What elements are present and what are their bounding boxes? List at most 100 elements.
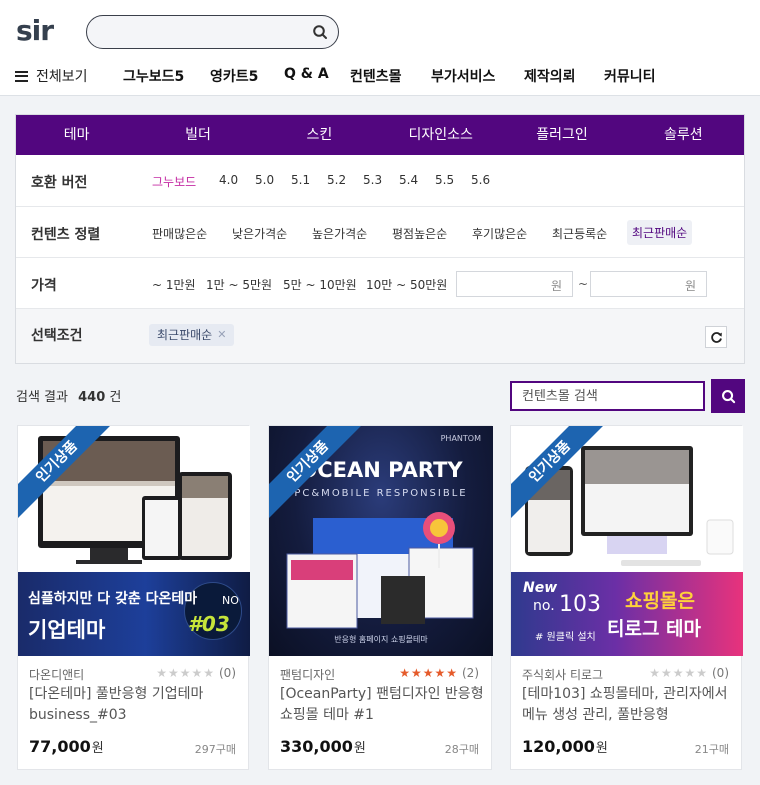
nav-item-gnuboard[interactable]: 그누보드5 bbox=[123, 66, 184, 86]
version-option-gnuboard[interactable]: 그누보드 bbox=[152, 173, 196, 190]
price-option-10k-50k[interactable]: 1만 ~ 5만원 bbox=[206, 276, 272, 293]
sort-option-most-reviews[interactable]: 후기많은순 bbox=[472, 225, 527, 242]
product-card[interactable]: NO #03 심플하지만 다 갖춘 다온테마 기업테마 인기상품 다온디앤티 ★… bbox=[17, 425, 250, 770]
content-search-box[interactable] bbox=[510, 381, 705, 411]
content-search-button[interactable] bbox=[711, 379, 745, 413]
product-seller[interactable]: 주식회사 티로그 bbox=[522, 666, 603, 683]
sort-option-top-rated[interactable]: 평점높은순 bbox=[392, 225, 447, 242]
site-logo[interactable]: sir bbox=[16, 14, 54, 47]
tab-plugin[interactable]: 플러그인 bbox=[501, 115, 622, 155]
product-seller[interactable]: 다온디앤티 bbox=[29, 666, 84, 683]
price-option-50k-100k[interactable]: 5만 ~ 10만원 bbox=[283, 276, 357, 293]
product-name[interactable]: [OceanParty] 팬텀디자인 반응형 쇼핑몰 테마 #1 bbox=[280, 684, 485, 726]
nav-item-contents-mall[interactable]: 컨텐츠몰 bbox=[350, 66, 402, 86]
sort-option-recent-sales[interactable]: 최근판매순 bbox=[627, 220, 693, 245]
version-option-5-6[interactable]: 5.6 bbox=[471, 173, 490, 187]
selected-chip-label: 최근판매순 bbox=[157, 328, 213, 342]
price-min-input[interactable]: 원 bbox=[456, 271, 573, 297]
version-option-5-3[interactable]: 5.3 bbox=[363, 173, 382, 187]
price-currency: 원 bbox=[595, 741, 608, 756]
chip-remove-icon[interactable]: ✕ bbox=[217, 324, 226, 346]
price-value: 120,000 bbox=[522, 737, 595, 756]
sort-option-best-selling[interactable]: 판매많은순 bbox=[152, 225, 207, 242]
nav-all-menu[interactable]: 전체보기 bbox=[15, 66, 88, 86]
banner-number: #03 bbox=[188, 612, 230, 636]
category-tabs: 테마 빌더 스킨 디자인소스 플러그인 솔루션 bbox=[16, 115, 744, 155]
price-value: 77,000 bbox=[29, 737, 91, 756]
banner-right-line2: 티로그 테마 bbox=[607, 618, 702, 640]
thumbnail-banner: NO #03 심플하지만 다 갖춘 다온테마 기업테마 bbox=[18, 572, 250, 656]
version-option-4-0[interactable]: 4.0 bbox=[219, 173, 238, 187]
price-option-100k-500k[interactable]: 10만 ~ 50만원 bbox=[366, 276, 447, 293]
product-price: 120,000원 bbox=[522, 737, 608, 756]
star-icon: ★★★★★ bbox=[649, 666, 708, 680]
product-rating: ★★★★★ (2) bbox=[399, 666, 479, 680]
product-thumbnail[interactable]: NO #03 심플하지만 다 갖춘 다온테마 기업테마 인기상품 bbox=[18, 426, 250, 656]
banner-footer: 반응형 홈페이지 쇼핑몰테마 bbox=[334, 635, 428, 644]
main-nav: 전체보기 그누보드5 영카트5 Q & A 컨텐츠몰 부가서비스 제작의뢰 커뮤… bbox=[0, 62, 760, 90]
refresh-icon bbox=[710, 331, 722, 343]
product-price: 330,000원 bbox=[280, 737, 366, 756]
price-currency: 원 bbox=[353, 741, 366, 756]
star-icon: ★★★★★ bbox=[156, 666, 215, 680]
product-card[interactable]: PHANTOM OCEAN PARTY PC&MOBILE RESPONSIBL… bbox=[268, 425, 493, 770]
product-thumbnail[interactable]: New no. 103 # 원클릭 설치 쇼핑몰은 티로그 테마 인기상품 bbox=[511, 426, 743, 656]
filter-panel: 테마 빌더 스킨 디자인소스 플러그인 솔루션 호환 버전 그누보드 4.0 5… bbox=[15, 114, 745, 364]
result-unit: 건 bbox=[109, 390, 122, 405]
site-header: sir 전체보기 그누보드5 영카트5 Q & A 컨텐츠몰 부가서비스 제작의… bbox=[0, 0, 760, 96]
tab-theme[interactable]: 테마 bbox=[16, 115, 137, 155]
selected-label: 선택조건 bbox=[31, 328, 83, 344]
price-min-unit: 원 bbox=[550, 279, 562, 293]
product-thumbnail[interactable]: PHANTOM OCEAN PARTY PC&MOBILE RESPONSIBL… bbox=[269, 426, 493, 656]
selected-chip[interactable]: 최근판매순 ✕ bbox=[149, 324, 235, 346]
nav-item-extra-services[interactable]: 부가서비스 bbox=[431, 66, 495, 86]
star-icon: ★★★★★ bbox=[399, 666, 458, 680]
tab-builder[interactable]: 빌더 bbox=[137, 115, 258, 155]
review-count: (2) bbox=[462, 666, 479, 680]
price-option-under-10k[interactable]: ~ 1만원 bbox=[152, 276, 196, 293]
product-name[interactable]: [다온테마] 풀반응형 기업테마 business_#03 bbox=[29, 684, 241, 726]
nav-item-qna[interactable]: Q & A bbox=[284, 66, 329, 82]
selected-conditions-row: 선택조건 최근판매순 ✕ bbox=[16, 308, 744, 363]
thumbnail-banner: New no. 103 # 원클릭 설치 쇼핑몰은 티로그 테마 bbox=[511, 572, 743, 656]
banner-number: 103 bbox=[559, 592, 601, 617]
nav-item-youngcart[interactable]: 영카트5 bbox=[210, 66, 258, 86]
tab-skin[interactable]: 스킨 bbox=[259, 115, 380, 155]
search-icon[interactable] bbox=[312, 24, 328, 40]
version-option-5-0[interactable]: 5.0 bbox=[255, 173, 274, 187]
tab-solution[interactable]: 솔루션 bbox=[623, 115, 744, 155]
version-option-5-5[interactable]: 5.5 bbox=[435, 173, 454, 187]
product-rating: ★★★★★ (0) bbox=[649, 666, 729, 680]
product-price: 77,000원 bbox=[29, 737, 104, 756]
price-label: 가격 bbox=[31, 278, 57, 294]
reset-filter-button[interactable] bbox=[705, 326, 727, 348]
banner-no: no. bbox=[533, 598, 555, 614]
price-max-input[interactable]: 원 bbox=[590, 271, 707, 297]
global-search-box[interactable] bbox=[86, 15, 339, 49]
purchase-count: 21구매 bbox=[694, 743, 729, 756]
nav-item-request[interactable]: 제작의뢰 bbox=[524, 66, 576, 86]
nav-item-community[interactable]: 커뮤니티 bbox=[604, 66, 656, 86]
tab-design-source[interactable]: 디자인소스 bbox=[380, 115, 501, 155]
banner-subtitle: # 원클릭 설치 bbox=[535, 632, 596, 643]
sort-row: 컨텐츠 정렬 판매많은순 낮은가격순 높은가격순 평점높은순 후기많은순 최근등… bbox=[16, 206, 744, 257]
purchase-count: 28구매 bbox=[444, 743, 479, 756]
product-name[interactable]: [테마103] 쇼핑몰테마, 관리자에서 메뉴 생성 관리, 풀반응형 bbox=[522, 684, 734, 726]
search-icon bbox=[721, 389, 735, 403]
content-search-input[interactable] bbox=[522, 387, 692, 405]
product-card[interactable]: New no. 103 # 원클릭 설치 쇼핑몰은 티로그 테마 인기상품 주식… bbox=[510, 425, 743, 770]
product-seller[interactable]: 팬텀디자인 bbox=[280, 666, 335, 683]
sort-option-newest[interactable]: 최근등록순 bbox=[552, 225, 607, 242]
price-max-unit: 원 bbox=[684, 279, 696, 293]
price-range-tilde: ~ bbox=[578, 277, 589, 291]
hamburger-icon bbox=[15, 70, 28, 82]
sort-option-low-price[interactable]: 낮은가격순 bbox=[232, 225, 287, 242]
version-option-5-4[interactable]: 5.4 bbox=[399, 173, 418, 187]
version-option-5-1[interactable]: 5.1 bbox=[291, 173, 310, 187]
global-search-input[interactable] bbox=[101, 22, 301, 42]
sort-option-high-price[interactable]: 높은가격순 bbox=[312, 225, 367, 242]
version-option-5-2[interactable]: 5.2 bbox=[327, 173, 346, 187]
purchase-count: 297구매 bbox=[194, 743, 236, 756]
review-count: (0) bbox=[712, 666, 729, 680]
product-rating: ★★★★★ (0) bbox=[156, 666, 236, 680]
